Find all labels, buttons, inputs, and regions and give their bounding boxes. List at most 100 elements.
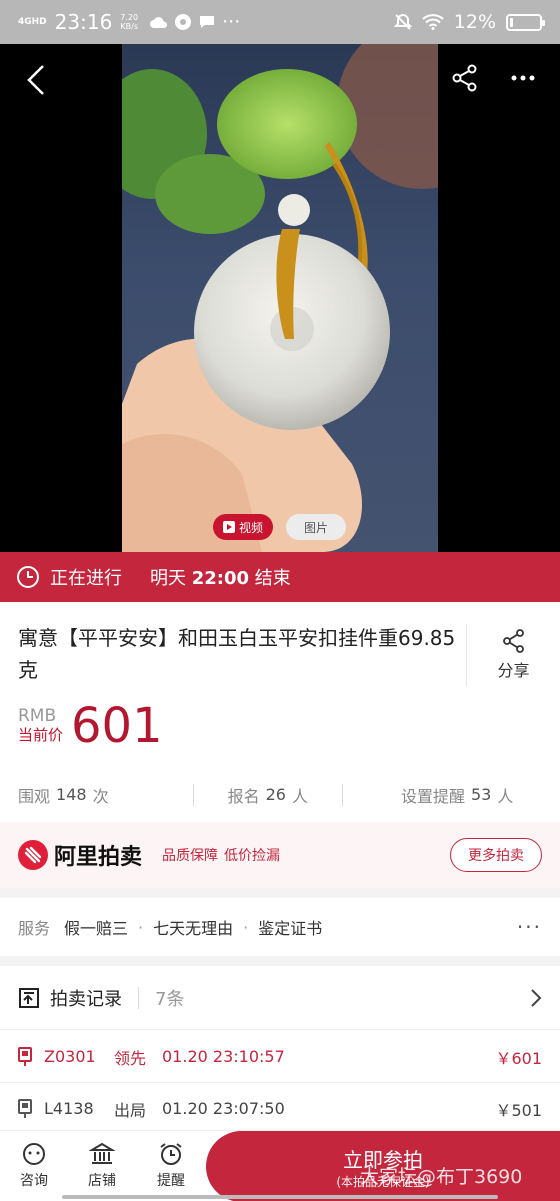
jade-pendant-image (122, 44, 438, 552)
bid-record-row: L4138 出局 01.20 23:07:50 ￥501 (0, 1083, 560, 1135)
bid-time: 01.20 23:07:50 (162, 1099, 285, 1118)
ali-auction-logo: 阿里拍卖 (18, 839, 142, 871)
services-label: 服务 (18, 919, 51, 938)
share-top-button[interactable] (452, 64, 478, 96)
service-item: 假一赔三 (64, 919, 129, 938)
camera-icon (175, 14, 192, 30)
views-unit: 次 (92, 786, 109, 806)
current-price: 601 (71, 698, 163, 754)
watermark: 大家坛@布丁3690 (360, 1166, 523, 1188)
auction-stats: 围观 148 次 报名 26 人 设置提醒 53 人 (0, 767, 560, 822)
network-indicator: 4GHD (18, 17, 47, 27)
service-item: 七天无理由 (153, 919, 234, 938)
end-hour: 22:00 (191, 568, 250, 589)
more-dots-icon[interactable]: ··· (517, 915, 542, 939)
separator-dot: · (243, 917, 249, 937)
views-stat: 围观 148 次 (18, 783, 109, 807)
auction-status-bar: 正在进行 明天 22:00 结束 (0, 552, 560, 602)
end-suffix: 结束 (254, 568, 291, 589)
more-options-button[interactable] (510, 64, 536, 96)
tab-image-label: 图片 (303, 520, 328, 535)
tab-video[interactable]: 视频 (213, 514, 273, 540)
status-bar: 4GHD 23:16 7.20 KB/s ··· 12% (0, 0, 560, 44)
back-button[interactable] (26, 64, 46, 100)
network-speed: 7.20 KB/s (120, 13, 138, 31)
product-info: 寓意【平平安安】和田玉白玉平安扣挂件重69.85克 分享 RMB 当前价 601 (0, 602, 560, 767)
battery-level (510, 17, 513, 27)
signups-unit: 人 (291, 786, 308, 806)
signups-stat: 报名 26 人 (228, 783, 308, 807)
auction-status: 正在进行 (50, 568, 122, 589)
section-gap (0, 956, 560, 966)
bid-amount: ￥501 (495, 1100, 542, 1120)
share-icon (502, 629, 524, 653)
chevron-left-icon (27, 65, 44, 95)
reminders-label: 设置提醒 (400, 786, 465, 806)
divider (192, 783, 194, 806)
views-label: 围观 (18, 786, 51, 806)
ali-auction-logo-icon (18, 840, 48, 870)
weather-cloud-icon (150, 17, 168, 28)
currency-label: RMB (18, 706, 57, 726)
media-viewer[interactable]: 视频 图片 (0, 44, 560, 552)
consult-button[interactable]: 咨询 (6, 1141, 62, 1190)
bid-time: 01.20 23:10:57 (162, 1047, 285, 1066)
bid-state: 领先 (114, 1048, 147, 1068)
reminders-stat: 设置提醒 53 人 (401, 783, 513, 807)
reminders-count: 53 (470, 785, 492, 804)
more-auctions-button[interactable]: 更多拍卖 (450, 838, 542, 872)
bidder-id: Z0301 (44, 1047, 96, 1066)
price-row: RMB 当前价 601 (18, 700, 163, 752)
tab-video-label: 视频 (238, 520, 263, 535)
bidder-paddle-icon (18, 1046, 32, 1066)
section-gap (0, 888, 560, 898)
battery-icon (506, 13, 545, 31)
consult-label: 咨询 (20, 1173, 48, 1189)
service-item: 鉴定证书 (258, 919, 323, 938)
speed-value: 7.20 (120, 13, 139, 22)
product-title: 寓意【平平安安】和田玉白玉平安扣挂件重69.85克 (18, 626, 456, 682)
message-icon (200, 16, 215, 28)
chat-face-icon (23, 1143, 45, 1165)
auction-record-icon (19, 987, 39, 1008)
clock-time: 23:16 (54, 10, 113, 34)
auction-records-header[interactable]: 拍卖记录 7条 (0, 966, 560, 1030)
shop-button[interactable]: 店铺 (74, 1141, 130, 1190)
product-photo[interactable] (122, 44, 438, 552)
shop-icon (89, 1142, 115, 1164)
bidder-paddle-icon (18, 1098, 32, 1118)
signups-label: 报名 (227, 786, 260, 806)
services-row[interactable]: 服务 假一赔三 · 七天无理由 · 鉴定证书 ··· (0, 898, 560, 956)
separator-dot: · (138, 917, 144, 937)
ali-auction-banner: 阿里拍卖 品质保障 低价捡漏 更多拍卖 (0, 822, 560, 888)
remind-label: 提醒 (157, 1173, 185, 1189)
remind-button[interactable]: 提醒 (143, 1141, 199, 1190)
wifi-icon (422, 14, 444, 30)
mute-icon (393, 13, 412, 30)
more-dots-icon (511, 75, 535, 81)
views-count: 148 (56, 785, 87, 804)
speed-unit: KB/s (120, 22, 138, 31)
share-button[interactable]: 分享 (466, 624, 560, 686)
tab-image[interactable]: 图片 (286, 514, 346, 540)
share-icon (452, 64, 477, 92)
chevron-right-icon (531, 988, 542, 1007)
end-day: 明天 (150, 568, 186, 589)
divider (138, 986, 139, 1009)
bid-state: 出局 (114, 1100, 147, 1120)
alarm-clock-icon (160, 1143, 182, 1165)
records-count: 7条 (155, 988, 185, 1010)
share-label: 分享 (497, 661, 530, 680)
more-notifications-icon: ··· (222, 11, 241, 33)
reminders-unit: 人 (497, 786, 514, 806)
auction-end-time: 明天 22:00 结束 (150, 564, 291, 590)
battery-percent: 12% (453, 11, 496, 33)
play-icon (222, 521, 235, 533)
quality-tag: 品质保障 (162, 848, 219, 864)
home-indicator (62, 1195, 498, 1199)
bidder-id: L4138 (44, 1099, 94, 1118)
bid-record-row: Z0301 领先 01.20 23:10:57 ￥601 (0, 1031, 560, 1083)
clock-icon (17, 566, 39, 588)
current-price-label: 当前价 (18, 726, 64, 744)
signups-count: 26 (265, 785, 286, 804)
